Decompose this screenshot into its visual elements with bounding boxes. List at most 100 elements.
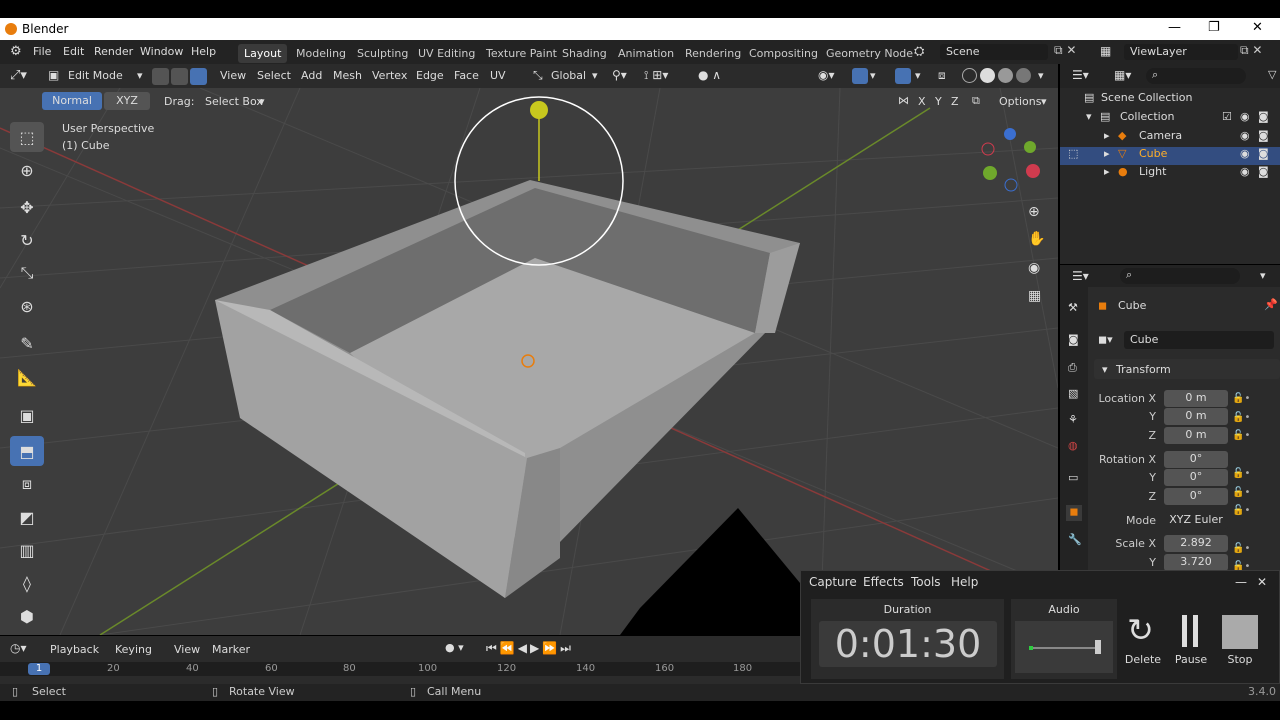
workspace-tab-uv-editing[interactable]: UV Editing — [418, 47, 475, 60]
eye-icon[interactable]: ◉ — [1240, 129, 1250, 142]
menu-view[interactable]: View — [220, 69, 246, 82]
snap-icon[interactable]: ⟟ ⊞▾ — [644, 68, 668, 83]
tool-tab-icon[interactable]: ⚒ — [1068, 301, 1078, 314]
viewlayer-selector[interactable]: ViewLayer — [1124, 44, 1238, 60]
camera-render-icon[interactable]: ◙ — [1258, 165, 1269, 178]
pause-icon[interactable] — [1182, 615, 1187, 647]
location-x-field[interactable]: 0 m — [1164, 390, 1228, 407]
vertex-select-icon[interactable] — [152, 68, 169, 85]
world-tab-icon[interactable]: ◍ — [1068, 439, 1078, 452]
bevel-tool-icon[interactable]: ◩ — [10, 502, 44, 532]
orientation-selector[interactable]: Global — [551, 69, 586, 82]
location-y-field[interactable]: 0 m — [1164, 408, 1228, 425]
camera-render-icon[interactable]: ◙ — [1258, 129, 1269, 142]
capture-minimize-icon[interactable]: — — [1235, 575, 1247, 589]
overlay-dropdown-icon[interactable]: ▾ — [915, 69, 921, 82]
eye-icon[interactable]: ◉ — [1240, 165, 1250, 178]
edge-select-icon[interactable] — [171, 68, 188, 85]
capture-menu-tools[interactable]: Tools — [911, 575, 941, 589]
lock-icons[interactable]: 🔓• 🔓• 🔓• 🔓• 🔓• 🔓• 🔓• 🔓• — [1232, 390, 1268, 577]
expand-icon[interactable]: ▾ — [1086, 110, 1092, 123]
gizmo-toggle-icon[interactable] — [852, 68, 868, 84]
camera-render-icon[interactable]: ◙ — [1258, 110, 1269, 123]
cursor-tool-icon[interactable]: ⊕ — [10, 155, 44, 185]
timeline-editor-icon[interactable]: ◷▾ — [10, 641, 27, 655]
options-dropdown[interactable]: Options — [999, 95, 1041, 108]
filter-icon[interactable]: ▽ — [1268, 68, 1276, 81]
capture-menu-capture[interactable]: Capture — [809, 575, 857, 589]
xray-toggle-icon[interactable]: ⧈ — [938, 68, 946, 83]
overlay-toggle-icon[interactable] — [895, 68, 911, 84]
mirror-icon[interactable]: ⋈ — [898, 94, 909, 107]
capture-close-icon[interactable]: ✕ — [1257, 575, 1267, 589]
render-tab-icon[interactable]: ◙ — [1068, 333, 1079, 346]
rotation-x-field[interactable]: 0° — [1164, 451, 1228, 468]
rotation-mode-dropdown[interactable]: XYZ Euler — [1164, 512, 1228, 529]
solid-shading-icon[interactable] — [980, 68, 995, 83]
workspace-tab-animation[interactable]: Animation — [618, 47, 674, 60]
face-select-icon[interactable] — [190, 68, 207, 85]
object-name-field[interactable]: Cube — [1124, 331, 1274, 349]
stop-button-label[interactable]: Stop — [1215, 653, 1265, 666]
menu-uv[interactable]: UV — [490, 69, 506, 82]
viewlayer-icon[interactable]: ▦ — [1100, 44, 1111, 58]
menu-window[interactable]: Window — [140, 45, 183, 58]
rotate-tool-icon[interactable]: ↻ — [10, 225, 44, 255]
menu-face[interactable]: Face — [454, 69, 479, 82]
timeline-ruler[interactable]: 1 20 40 60 80 100 120 140 160 180 — [0, 662, 800, 676]
scale-tool-icon[interactable]: ⤡ — [10, 258, 44, 288]
object-datablock-icon[interactable]: ◼▾ — [1098, 333, 1113, 346]
workspace-tab-sculpting[interactable]: Sculpting — [357, 47, 408, 60]
visibility-icon[interactable]: ◉▾ — [818, 68, 835, 82]
workspace-tab-compositing[interactable]: Compositing — [749, 47, 818, 60]
record-icon[interactable]: ● ▾ — [445, 641, 464, 654]
proportional-edit-icon[interactable]: ● ∧ — [698, 68, 721, 82]
eye-icon[interactable]: ◉ — [1240, 147, 1250, 160]
mirror-z-toggle[interactable]: Z — [951, 95, 959, 108]
location-z-field[interactable]: 0 m — [1164, 427, 1228, 444]
blender-menu-icon[interactable]: ⚙ — [10, 44, 22, 59]
outliner-item-light[interactable]: ▸ ● Light ◉ ◙ — [1060, 165, 1280, 183]
options-dropdown-icon[interactable]: ▾ — [1041, 95, 1047, 108]
camera-render-icon[interactable]: ◙ — [1258, 147, 1269, 160]
stop-icon[interactable] — [1222, 615, 1258, 649]
pivot-icon[interactable]: ⚲▾ — [612, 68, 627, 82]
rotation-z-field[interactable]: 0° — [1164, 488, 1228, 505]
outliner-editor-icon[interactable]: ☰▾ — [1072, 68, 1089, 82]
editor-type-icon[interactable]: ⤢▾ — [10, 68, 27, 83]
zoom-icon[interactable]: ⊕ — [1028, 204, 1040, 220]
ortho-toggle-icon[interactable]: ▦ — [1028, 288, 1041, 304]
shading-dropdown-icon[interactable]: ▾ — [1038, 69, 1044, 82]
output-tab-icon[interactable]: ⎙ — [1068, 361, 1077, 375]
menu-vertex[interactable]: Vertex — [372, 69, 407, 82]
drag-selector[interactable]: Select Box — [205, 95, 263, 108]
scale-x-field[interactable]: 2.892 — [1164, 535, 1228, 552]
playback-controls-icon[interactable]: ⏮⏪◀▶⏩⏭ — [486, 641, 574, 656]
xyz-toggle-button[interactable]: XYZ — [104, 92, 150, 110]
transform-panel-header[interactable]: ▾ Transform — [1094, 359, 1280, 379]
scene-selector[interactable]: Scene — [940, 44, 1048, 60]
scale-y-field[interactable]: 3.720 — [1164, 554, 1228, 571]
timeline-menu-keying[interactable]: Keying — [115, 643, 152, 656]
expand-icon[interactable]: ▸ — [1104, 165, 1110, 178]
gizmo-dropdown-icon[interactable]: ▾ — [870, 69, 876, 82]
delete-icon[interactable]: ↻ — [1127, 611, 1154, 649]
properties-editor-icon[interactable]: ☰▾ — [1072, 269, 1089, 283]
workspace-tab-texture-paint[interactable]: Texture Paint — [486, 47, 557, 60]
checkbox-icon[interactable]: ☑ — [1222, 110, 1232, 123]
display-mode-icon[interactable]: ▦▾ — [1114, 68, 1131, 82]
mirror-x-toggle[interactable]: X — [918, 95, 926, 108]
modifier-tab-icon[interactable]: 🔧 — [1068, 533, 1082, 546]
collection-tab-icon[interactable]: ▭ — [1068, 471, 1078, 484]
outliner-item-cube[interactable]: ⬚ ▸ ▽ Cube ◉ ◙ — [1060, 147, 1280, 165]
normal-toggle-button[interactable]: Normal — [42, 92, 102, 110]
transform-tool-icon[interactable]: ⊛ — [10, 291, 44, 321]
timeline-menu-playback[interactable]: Playback — [50, 643, 99, 656]
pause-icon-bar[interactable] — [1193, 615, 1198, 647]
select-tool-icon[interactable]: ⬚ — [10, 122, 44, 152]
menu-edge[interactable]: Edge — [416, 69, 444, 82]
properties-options-icon[interactable]: ▾ — [1260, 269, 1266, 282]
capture-menu-help[interactable]: Help — [951, 575, 978, 589]
3d-viewport[interactable]: User Perspective (1) Cube ⊕ ✋ ◉ ▦ Normal… — [0, 88, 1058, 635]
outliner-search-input[interactable]: ⌕ — [1146, 68, 1246, 84]
